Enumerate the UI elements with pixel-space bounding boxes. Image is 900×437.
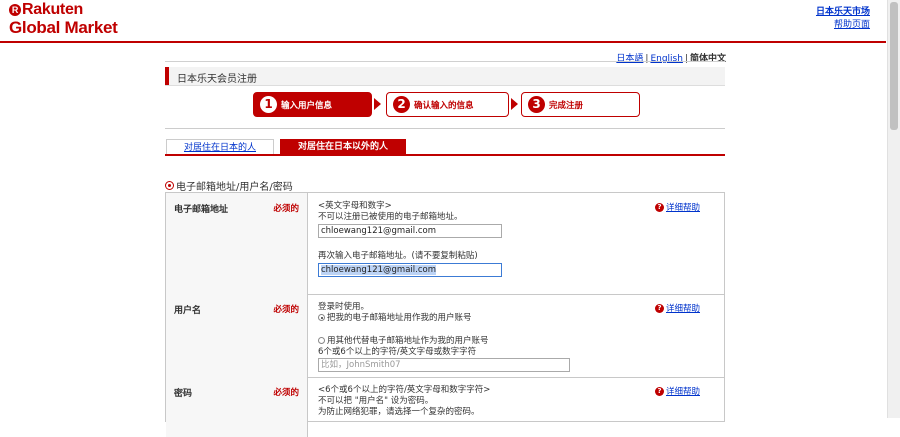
tab-japan-link[interactable]: 对居住在日本的人 [184, 143, 256, 153]
radio-email-username[interactable] [318, 314, 325, 321]
steps-divider [165, 128, 725, 129]
lang-chinese-current: 简体中文 [689, 54, 726, 64]
help-question-icon: ? [654, 386, 664, 396]
password-body: <6个或6个以上的字符/英文字母和数字字符> 不可以把 "用户名" 设为密码。 … [318, 385, 490, 418]
password-hint-username: 不可以把 "用户名" 设为密码。 [318, 396, 434, 406]
username-hint: 登录时使用。 [318, 302, 370, 312]
step-number: 2 [393, 96, 410, 113]
email-label: 电子邮箱地址 [174, 205, 229, 215]
site-header: R Rakuten Global Market 日本乐天市场 帮助页面 [0, 0, 886, 42]
header-rule [0, 41, 886, 43]
rakuten-logo[interactable]: R Rakuten Global Market [9, 2, 118, 36]
required-badge: 必须的 [273, 305, 299, 315]
tab-overseas-residents[interactable]: 对居住在日本以外的人 [280, 139, 406, 155]
step-1: 1 输入用户信息 [253, 92, 372, 117]
step-number: 3 [528, 96, 545, 113]
step-2: 2 确认输入的信息 [386, 92, 509, 117]
username-option-custom[interactable]: 用其他代替电子邮箱地址作为我的用户账号 [318, 336, 570, 347]
email-hint-format: <英文字母和数字> [318, 201, 392, 211]
scrollbar-thumb[interactable] [890, 2, 898, 130]
logo-text-2: Global Market [9, 18, 118, 37]
username-row: 用户名 必须的 登录时使用。 把我的电子邮箱地址用作我的用户账号 用其他代替电子… [166, 294, 724, 378]
tab-japan-residents[interactable]: 对居住在日本的人 [166, 139, 274, 155]
email-confirm-hint: 再次输入电子邮箱地址。(请不要复制粘贴) [318, 251, 478, 261]
radio-email-username-label: 把我的电子邮箱地址用作我的用户账号 [327, 313, 472, 323]
username-rule: 6个或6个以上的字符/英文字母或数字字符 [318, 347, 477, 357]
section-title: 电子邮箱地址/用户名/密码 [176, 182, 293, 193]
required-badge: 必须的 [273, 388, 299, 398]
username-help-link[interactable]: 详细帮助 [666, 302, 700, 314]
required-badge: 必须的 [273, 204, 299, 214]
help-question-icon: ? [654, 303, 664, 313]
step-label: 确认输入的信息 [414, 100, 474, 111]
email-help-link[interactable]: 详细帮助 [666, 201, 700, 213]
password-hint-complex: 为防止网络犯罪，请选择一个复杂的密码。 [318, 407, 480, 417]
page-title: 日本乐天会员注册 [177, 74, 257, 85]
custom-username-input[interactable]: 比如，JohnSmith07 [318, 358, 570, 372]
title-top-rule [165, 61, 725, 62]
step-3: 3 完成注册 [521, 92, 640, 117]
step-label: 输入用户信息 [281, 100, 333, 111]
password-label: 密码 [174, 389, 193, 399]
email-confirm-field[interactable]: chloewang121@gmail.com [318, 263, 502, 277]
rakuten-r-icon: R [9, 4, 21, 16]
email-field[interactable]: chloewang121@gmail.com [318, 224, 502, 238]
language-switcher: 日本語 | English | 简体中文 [616, 54, 726, 64]
registration-form: 电子邮箱地址 必须的 <英文字母和数字> 不可以注册已被使用的电子邮箱地址。 c… [165, 192, 725, 437]
section-header: 电子邮箱地址/用户名/密码 [165, 178, 293, 193]
help-question-icon: ? [654, 202, 664, 212]
username-option-email[interactable]: 把我的电子邮箱地址用作我的用户账号 [318, 313, 570, 324]
email-row: 电子邮箱地址 必须的 <英文字母和数字> 不可以注册已被使用的电子邮箱地址。 c… [166, 193, 724, 295]
market-link[interactable]: 日本乐天市场 [816, 7, 870, 17]
email-help[interactable]: ? 详细帮助 [654, 201, 700, 213]
password-help-link[interactable]: 详细帮助 [666, 385, 700, 397]
vertical-scrollbar[interactable] [887, 0, 900, 418]
top-links: 日本乐天市场 帮助页面 [816, 6, 870, 32]
username-label-cell: 用户名 必须的 [166, 294, 308, 377]
email-body: <英文字母和数字> 不可以注册已被使用的电子邮箱地址。 chloewang121… [318, 201, 502, 277]
username-body: 登录时使用。 把我的电子邮箱地址用作我的用户账号 用其他代替电子邮箱地址作为我的… [318, 302, 570, 372]
logo-text-1: Rakuten [22, 1, 84, 18]
title-accent [165, 67, 169, 85]
password-label-cell: 密码 必须的 [166, 377, 308, 437]
username-help[interactable]: ? 详细帮助 [654, 302, 700, 314]
step-label: 完成注册 [549, 100, 584, 111]
section-bullet-icon [165, 181, 174, 190]
password-hint-format: <6个或6个以上的字符/英文字母和数字字符> [318, 385, 491, 395]
tab-underline [165, 154, 725, 156]
email-confirm-value: chloewang121@gmail.com [321, 265, 436, 275]
step-arrow-icon [511, 98, 518, 110]
lang-japanese[interactable]: 日本語 [616, 54, 643, 64]
step-arrow-icon [374, 98, 381, 110]
radio-custom-username[interactable] [318, 337, 325, 344]
page-title-bar: 日本乐天会员注册 [165, 67, 725, 86]
email-hint-unique: 不可以注册已被使用的电子邮箱地址。 [318, 212, 463, 222]
username-label: 用户名 [174, 306, 202, 316]
password-help[interactable]: ? 详细帮助 [654, 385, 700, 397]
radio-custom-username-label: 用其他代替电子邮箱地址作为我的用户账号 [327, 336, 489, 346]
step-number: 1 [260, 96, 277, 113]
lang-english[interactable]: English [650, 54, 683, 64]
password-row: 密码 必须的 <6个或6个以上的字符/英文字母和数字字符> 不可以把 "用户名"… [166, 377, 724, 437]
email-label-cell: 电子邮箱地址 必须的 [166, 193, 308, 294]
help-page-link[interactable]: 帮助页面 [834, 20, 870, 30]
